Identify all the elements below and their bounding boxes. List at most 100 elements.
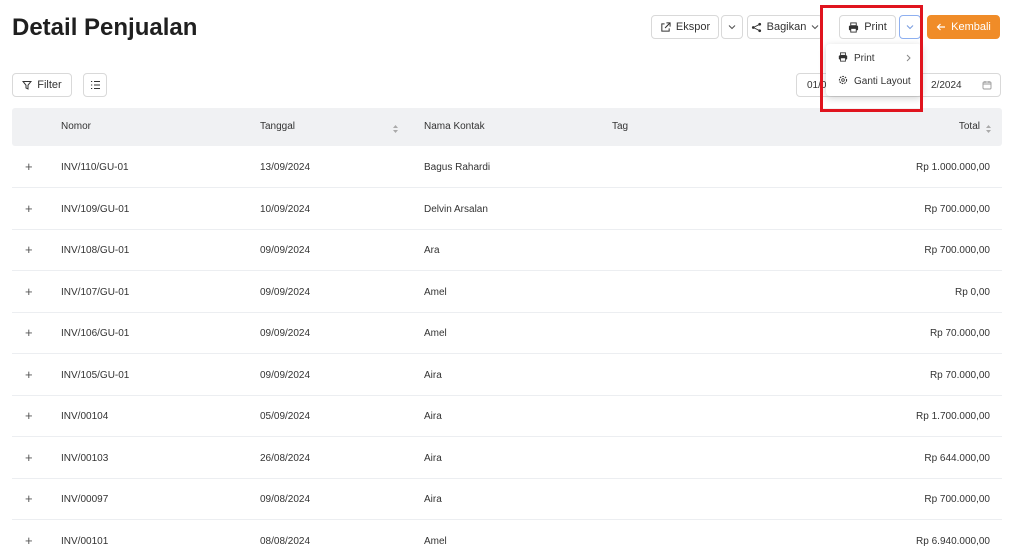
cell-tanggal: 13/09/2024 <box>260 162 311 173</box>
bagikan-button[interactable]: Bagikan <box>747 15 823 39</box>
cell-total: Rp 700.000,00 <box>924 494 990 505</box>
filter-icon <box>22 80 33 90</box>
expand-plus-icon[interactable]: + <box>25 242 33 257</box>
column-list-button[interactable] <box>83 73 107 97</box>
cell-tanggal: 08/08/2024 <box>260 535 311 547</box>
arrow-left-icon <box>936 22 946 32</box>
chevron-right-icon <box>905 54 912 65</box>
cell-nama-kontak: Bagus Rahardi <box>424 162 491 173</box>
menu-item-label: Ganti Layout <box>854 76 911 87</box>
cell-nomor[interactable]: INV/107/GU-01 <box>61 287 129 298</box>
date-end: 2/2024 <box>931 80 962 91</box>
page-title: Detail Penjualan <box>12 14 198 41</box>
cell-nomor[interactable]: INV/108/GU-01 <box>61 245 129 256</box>
cell-nomor[interactable]: INV/00103 <box>61 453 108 464</box>
menu-item-ganti-layout[interactable]: Ganti Layout <box>826 70 922 93</box>
chevron-down-icon <box>728 23 736 31</box>
ekspor-dropdown-button[interactable] <box>721 15 743 39</box>
expand-plus-icon[interactable]: + <box>25 491 33 506</box>
sort-icon[interactable] <box>392 121 399 139</box>
sort-icon[interactable] <box>985 121 992 139</box>
cell-nama-kontak: Aira <box>424 452 442 464</box>
table-row[interactable]: + INV/00097 09/08/2024 Aira Rp 700.000,00 <box>12 479 1002 520</box>
cell-tanggal: 10/09/2024 <box>260 203 311 215</box>
cell-total: Rp 700.000,00 <box>924 203 990 215</box>
table-row[interactable]: + INV/109/GU-01 10/09/2024 Delvin Arsalan Rp… <box>12 189 1002 230</box>
expand-plus-icon[interactable]: + <box>25 408 33 423</box>
cell-nama-kontak: Amel <box>424 328 447 339</box>
table-row[interactable]: + INV/00101 08/08/2024 Amel Rp 6.940.000,00 <box>12 521 1002 555</box>
header-nama-kontak: Nama Kontak <box>424 121 485 132</box>
cell-nomor[interactable]: INV/00097 <box>61 494 108 505</box>
settings-icon <box>838 75 848 88</box>
kembali-label: Kembali <box>951 21 991 33</box>
expand-plus-icon[interactable]: + <box>25 201 33 216</box>
menu-item-label: Print <box>854 53 875 64</box>
cell-total: Rp 70.000,00 <box>929 328 990 339</box>
ekspor-label: Ekspor <box>675 21 711 33</box>
cell-nomor[interactable]: INV/00101 <box>61 536 108 547</box>
cell-tanggal: 09/09/2024 <box>260 328 311 339</box>
cell-total: Rp 70.000,00 <box>929 369 990 381</box>
cell-nama-kontak: Aira <box>424 369 442 381</box>
cell-total: Rp 0,00 <box>954 286 990 298</box>
share-icon <box>751 22 762 33</box>
table-row[interactable]: + INV/107/GU-01 09/09/2024 Amel Rp 0,00 <box>12 272 1002 313</box>
bagikan-label: Bagikan <box>766 21 807 33</box>
expand-plus-icon[interactable]: + <box>25 325 33 340</box>
print-dropdown-button[interactable] <box>899 15 921 39</box>
kembali-button[interactable]: Kembali <box>927 15 1000 39</box>
date-start: 01/0 <box>807 80 827 91</box>
table-row[interactable]: + INV/105/GU-01 09/09/2024 Aira Rp 70.000,00 <box>12 355 1002 396</box>
header-nomor: Nomor <box>61 121 92 132</box>
printer-icon <box>838 52 848 65</box>
cell-nomor[interactable]: INV/106/GU-01 <box>61 328 129 339</box>
printer-icon <box>848 21 859 33</box>
cell-nomor[interactable]: INV/00104 <box>61 411 108 422</box>
table-header: Nomor Tanggal Nama Kontak Tag Total <box>12 108 1002 146</box>
table-row[interactable]: + INV/110/GU-01 13/09/2024 Bagus Rahardi Rp … <box>12 147 1002 188</box>
expand-plus-icon[interactable]: + <box>25 533 33 548</box>
cell-tanggal: 05/09/2024 <box>260 411 311 422</box>
expand-plus-icon[interactable]: + <box>25 284 33 299</box>
cell-total: Rp 700.000,00 <box>924 245 990 256</box>
calendar-icon <box>982 80 992 93</box>
header-tanggal[interactable]: Tanggal <box>260 121 295 132</box>
expand-plus-icon[interactable]: + <box>25 450 33 465</box>
cell-tanggal: 26/08/2024 <box>260 452 311 464</box>
table-row[interactable]: + INV/108/GU-01 09/09/2024 Ara Rp 700.000,00 <box>12 230 1002 271</box>
cell-tanggal: 09/09/2024 <box>260 369 311 381</box>
filter-button[interactable]: Filter <box>12 73 72 97</box>
cell-nomor[interactable]: INV/110/GU-01 <box>61 162 129 173</box>
ekspor-button[interactable]: Ekspor <box>651 15 719 39</box>
table-row[interactable]: + INV/106/GU-01 09/09/2024 Amel Rp 70.000,00 <box>12 313 1002 354</box>
cell-nama-kontak: Delvin Arsalan <box>424 203 488 215</box>
export-icon <box>660 21 671 33</box>
cell-nama-kontak: Aira <box>424 494 442 505</box>
header-tag: Tag <box>612 121 629 132</box>
header-total[interactable]: Total <box>959 121 980 132</box>
print-dropdown-menu: Print Ganti Layout <box>826 44 922 96</box>
cell-nama-kontak: Ara <box>424 245 440 256</box>
cell-tanggal: 09/09/2024 <box>260 245 311 256</box>
cell-total: Rp 1.700.000,00 <box>916 411 990 422</box>
chevron-down-icon <box>811 23 819 31</box>
expand-plus-icon[interactable]: + <box>25 367 33 382</box>
cell-total: Rp 6.940.000,00 <box>916 535 990 547</box>
cell-nomor[interactable]: INV/109/GU-01 <box>61 204 129 215</box>
cell-total: Rp 644.000,00 <box>924 452 990 464</box>
chevron-down-icon <box>906 23 914 31</box>
cell-total: Rp 1.000.000,00 <box>916 162 990 173</box>
menu-item-print[interactable]: Print <box>826 47 922 70</box>
filter-label: Filter <box>37 79 62 91</box>
print-label: Print <box>864 21 887 33</box>
cell-nama-kontak: Amel <box>424 535 447 547</box>
table-row[interactable]: + INV/00104 05/09/2024 Aira Rp 1.700.000,00 <box>12 396 1002 437</box>
cell-nomor[interactable]: INV/105/GU-01 <box>61 370 129 381</box>
cell-nama-kontak: Amel <box>424 286 447 298</box>
cell-tanggal: 09/09/2024 <box>260 286 311 298</box>
table-row[interactable]: + INV/00103 26/08/2024 Aira Rp 644.000,00 <box>12 438 1002 479</box>
cell-tanggal: 09/08/2024 <box>260 494 311 505</box>
expand-plus-icon[interactable]: + <box>25 159 33 174</box>
print-button[interactable]: Print <box>839 15 896 39</box>
